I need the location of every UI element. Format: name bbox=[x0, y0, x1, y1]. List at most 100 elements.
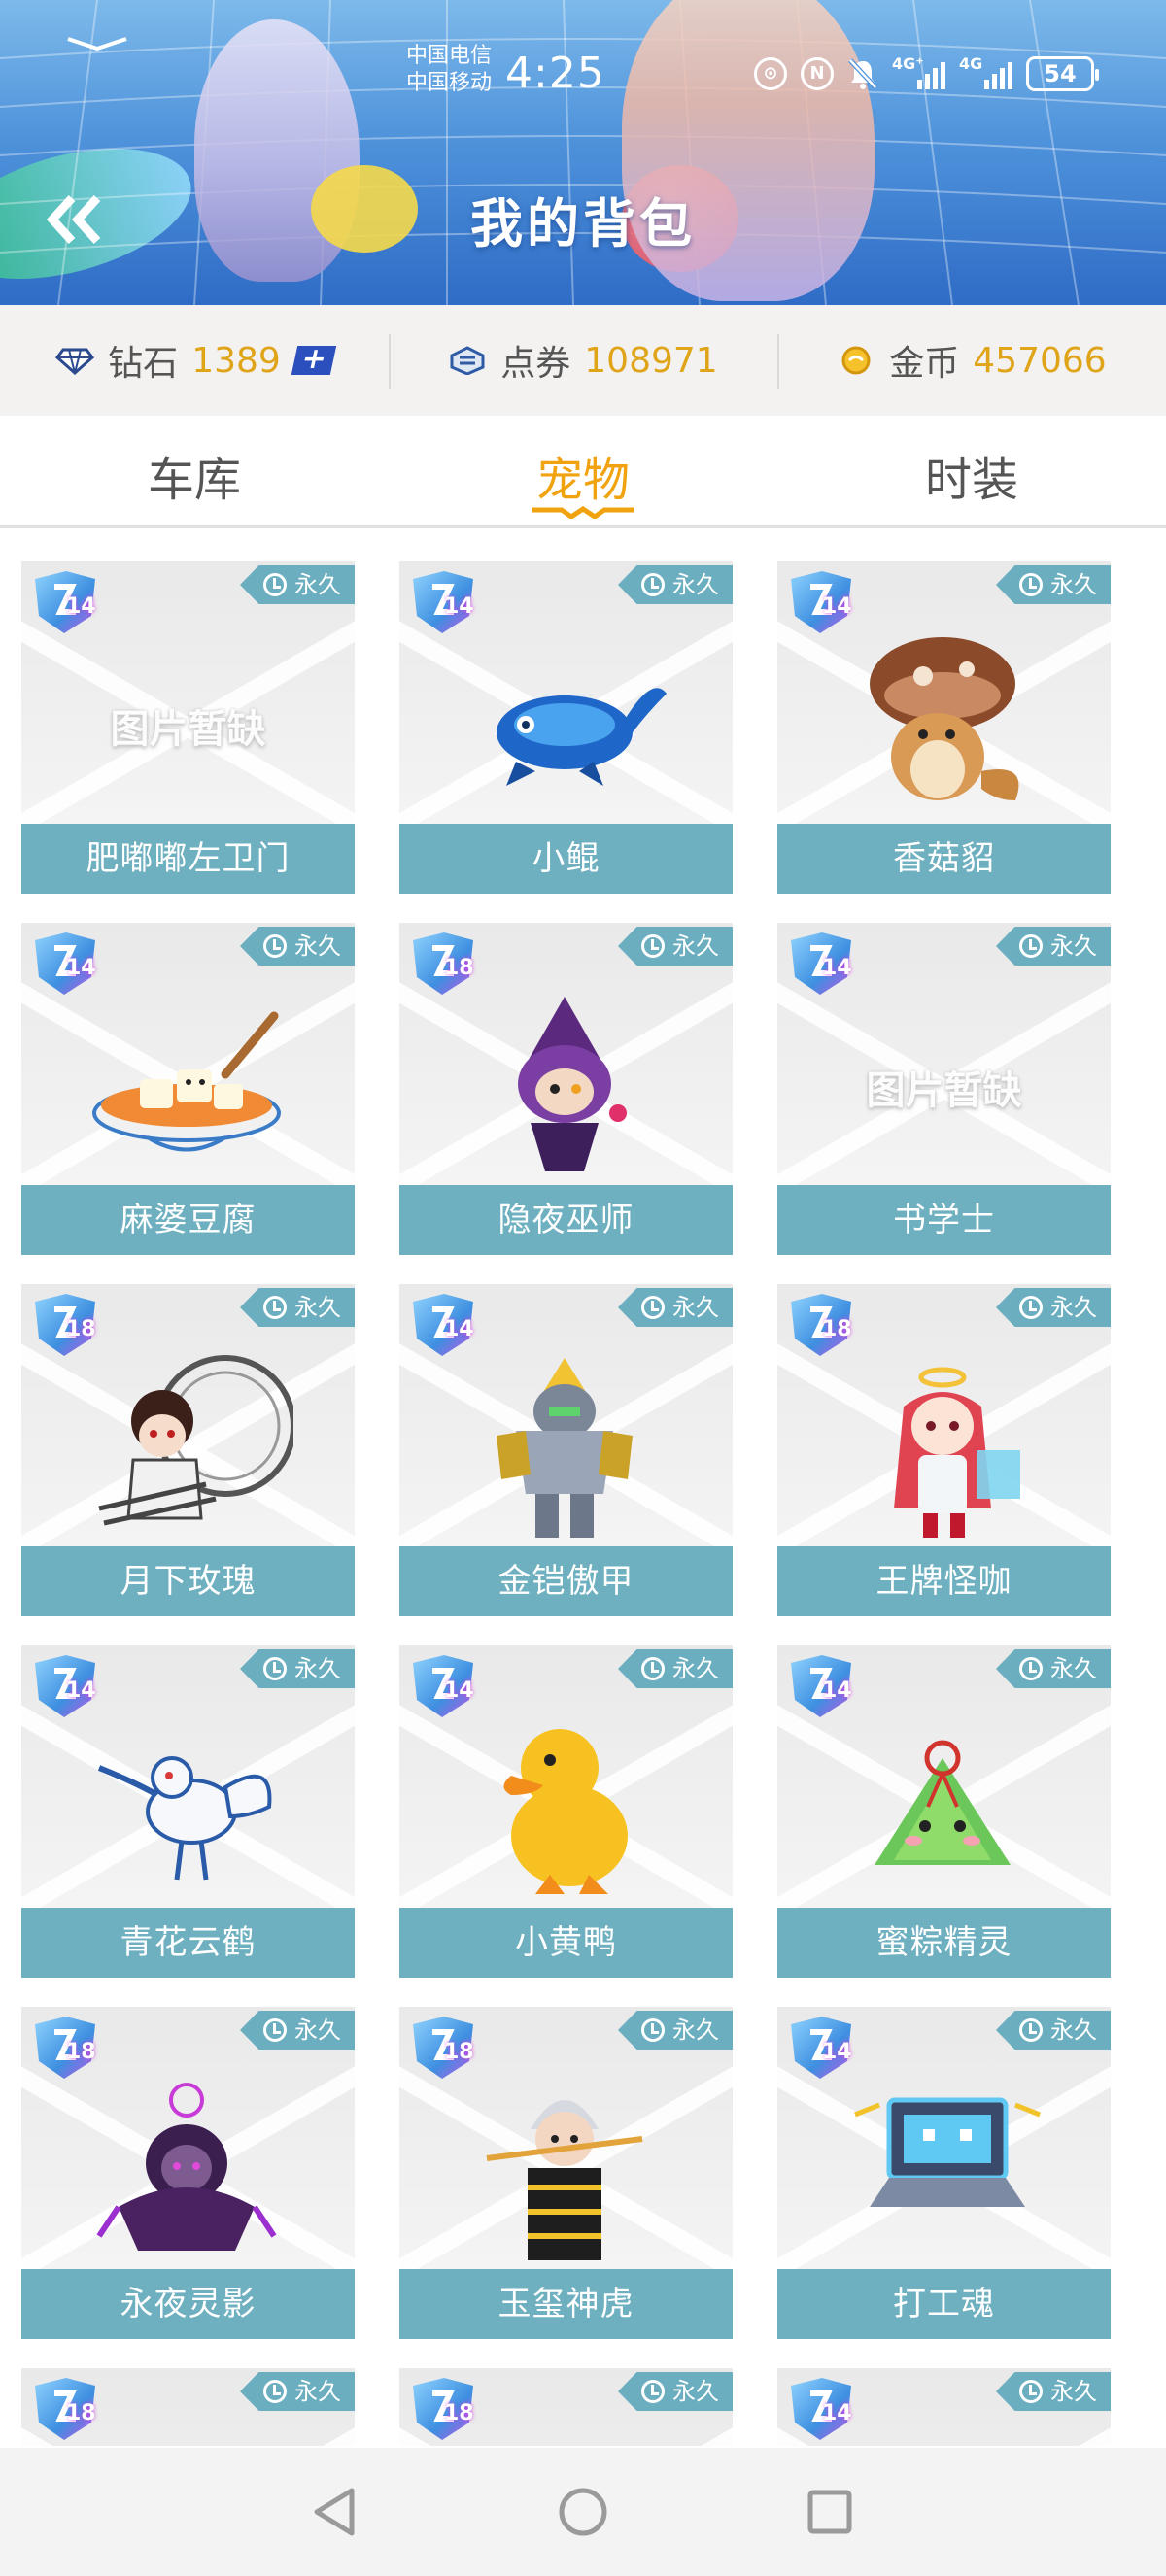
duration-text: 永久 bbox=[672, 932, 719, 960]
duration-tag: 永久 bbox=[996, 1649, 1111, 1688]
pet-image bbox=[97, 1756, 272, 1881]
pet-card[interactable]: 14 永久 蜜粽精灵 bbox=[777, 1645, 1111, 1978]
pet-image bbox=[518, 997, 627, 1171]
clock-icon bbox=[1019, 934, 1043, 958]
pet-card[interactable]: 18 永久 月下玫瑰 bbox=[21, 1284, 355, 1616]
pet-card[interactable]: 14 永久 小黄鸭 bbox=[399, 1645, 733, 1978]
duration-tag: 永久 bbox=[618, 1288, 733, 1327]
duration-text: 永久 bbox=[1050, 1294, 1097, 1321]
tab-label: 时装 bbox=[924, 453, 1018, 507]
clock-icon bbox=[641, 934, 665, 958]
pet-card[interactable]: 14 永久 金铠傲甲 bbox=[399, 1284, 733, 1616]
pet-grid: 14 永久 图片暂缺 肥嘟嘟左卫门 14 永久 小鲲 14 永久 香菇貂 14 永久 麻婆豆腐 18 永久隐… bbox=[21, 561, 1145, 2446]
active-tab-indicator bbox=[532, 505, 634, 519]
clock-icon bbox=[1019, 573, 1043, 596]
pet-card[interactable]: 18 永久 永夜灵影 bbox=[21, 2007, 355, 2339]
nav-home-button[interactable] bbox=[552, 2481, 614, 2543]
status-time: 4:25 bbox=[505, 49, 605, 98]
pet-name: 小黄鸭 bbox=[399, 1908, 733, 1978]
pet-image bbox=[92, 1011, 281, 1152]
pet-name: 玉玺神虎 bbox=[399, 2269, 733, 2339]
pet-image bbox=[894, 1367, 1020, 1538]
duration-tag: 永久 bbox=[996, 565, 1111, 604]
clock-icon bbox=[263, 2018, 287, 2042]
duration-tag: 永久 bbox=[240, 1649, 355, 1688]
tab-garage[interactable]: 车库 bbox=[0, 416, 389, 525]
duration-tag: 永久 bbox=[996, 2372, 1111, 2411]
pet-card[interactable]: 14 永久 bbox=[777, 2368, 1111, 2446]
duration-text: 永久 bbox=[672, 2017, 719, 2044]
pet-name: 隐夜巫师 bbox=[399, 1185, 733, 1255]
clock-icon bbox=[263, 2380, 287, 2403]
pet-image bbox=[503, 1729, 628, 1894]
status-icons: ⊙ N 4G⁺ 4G 54 bbox=[754, 54, 1099, 91]
category-tabs: 车库 宠物 时装 bbox=[0, 416, 1166, 528]
square-recents-icon bbox=[807, 2490, 852, 2534]
duration-text: 永久 bbox=[1050, 2378, 1097, 2405]
duration-tag: 永久 bbox=[240, 927, 355, 966]
clock-icon bbox=[1019, 2380, 1043, 2403]
pet-name: 书学士 bbox=[777, 1185, 1111, 1255]
clock-icon bbox=[1019, 1657, 1043, 1680]
mute-bell-icon bbox=[848, 58, 877, 89]
clock-icon bbox=[263, 1657, 287, 1680]
pet-image bbox=[497, 688, 667, 786]
duration-tag: 永久 bbox=[618, 2372, 733, 2411]
pet-card[interactable]: 14 永久 图片暂缺 书学士 bbox=[777, 923, 1111, 1255]
duration-text: 永久 bbox=[1050, 1655, 1097, 1682]
duration-text: 永久 bbox=[1050, 571, 1097, 598]
pet-card[interactable]: 18 永久 隐夜巫师 bbox=[399, 923, 733, 1255]
nav-recents-button[interactable] bbox=[799, 2481, 861, 2543]
clock-icon bbox=[263, 573, 287, 596]
pet-level: 14 bbox=[66, 594, 96, 619]
pet-name: 麻婆豆腐 bbox=[21, 1185, 355, 1255]
pet-card[interactable]: 18 永久 bbox=[399, 2368, 733, 2446]
duration-text: 永久 bbox=[672, 571, 719, 598]
duration-text: 永久 bbox=[294, 571, 341, 598]
pet-card[interactable]: 14 永久 图片暂缺 肥嘟嘟左卫门 bbox=[21, 561, 355, 894]
duration-text: 永久 bbox=[1050, 2017, 1097, 2044]
nav-back-button[interactable] bbox=[303, 2481, 365, 2543]
currency-value: 1389 bbox=[191, 340, 281, 381]
clock-icon bbox=[641, 2018, 665, 2042]
pet-level: 14 bbox=[822, 2401, 852, 2425]
diamond-icon bbox=[55, 348, 95, 375]
gold-coin-icon bbox=[841, 346, 871, 375]
duration-tag: 永久 bbox=[996, 2011, 1111, 2050]
tab-label: 车库 bbox=[147, 453, 241, 507]
pet-card[interactable]: 14 永久 打工魂 bbox=[777, 2007, 1111, 2339]
pet-card[interactable]: 14 永久 小鲲 bbox=[399, 561, 733, 894]
duration-tag: 永久 bbox=[996, 1288, 1111, 1327]
pet-card[interactable]: 18 永久 王牌怪咖 bbox=[777, 1284, 1111, 1616]
status-bar: 中国电信 中国移动 4:25 ⊙ N 4G⁺ 4G 54 bbox=[0, 0, 1166, 146]
duration-text: 永久 bbox=[294, 1294, 341, 1321]
currency-value: 108971 bbox=[584, 340, 718, 381]
pet-card[interactable]: 18 永久 bbox=[21, 2368, 355, 2446]
add-diamond-button[interactable]: + bbox=[291, 342, 337, 376]
tab-label: 宠物 bbox=[535, 453, 630, 507]
tab-fashion[interactable]: 时装 bbox=[777, 416, 1166, 525]
coupon-icon bbox=[450, 346, 485, 375]
pet-name: 王牌怪咖 bbox=[777, 1546, 1111, 1616]
pet-card[interactable]: 18 永久 玉玺神虎 bbox=[399, 2007, 733, 2339]
duration-text: 永久 bbox=[672, 1294, 719, 1321]
circle-home-icon bbox=[559, 2488, 607, 2536]
currency-coupon: 点券 108971 bbox=[389, 305, 777, 416]
duration-tag: 永久 bbox=[240, 2011, 355, 2050]
duration-text: 永久 bbox=[294, 2378, 341, 2405]
pet-name: 蜜粽精灵 bbox=[777, 1908, 1111, 1978]
tab-pets[interactable]: 宠物 bbox=[389, 416, 777, 525]
pet-card[interactable]: 14 永久 麻婆豆腐 bbox=[21, 923, 355, 1255]
pet-level: 14 bbox=[822, 956, 852, 980]
backpack-page: 中国电信 中国移动 4:25 ⊙ N 4G⁺ 4G 54 我的背包 钻石 138… bbox=[0, 0, 1166, 2576]
duration-text: 永久 bbox=[294, 932, 341, 960]
currency-diamond: 钻石 1389 + bbox=[0, 305, 389, 416]
duration-tag: 永久 bbox=[240, 2372, 355, 2411]
triangle-back-icon bbox=[314, 2488, 355, 2536]
pet-card[interactable]: 14 永久 香菇貂 bbox=[777, 561, 1111, 894]
pet-card[interactable]: 14 永久 青花云鹤 bbox=[21, 1645, 355, 1978]
nfc-icon: N bbox=[801, 57, 834, 90]
pet-image bbox=[98, 1355, 293, 1526]
duration-tag: 永久 bbox=[618, 1649, 733, 1688]
pet-name: 金铠傲甲 bbox=[399, 1546, 733, 1616]
